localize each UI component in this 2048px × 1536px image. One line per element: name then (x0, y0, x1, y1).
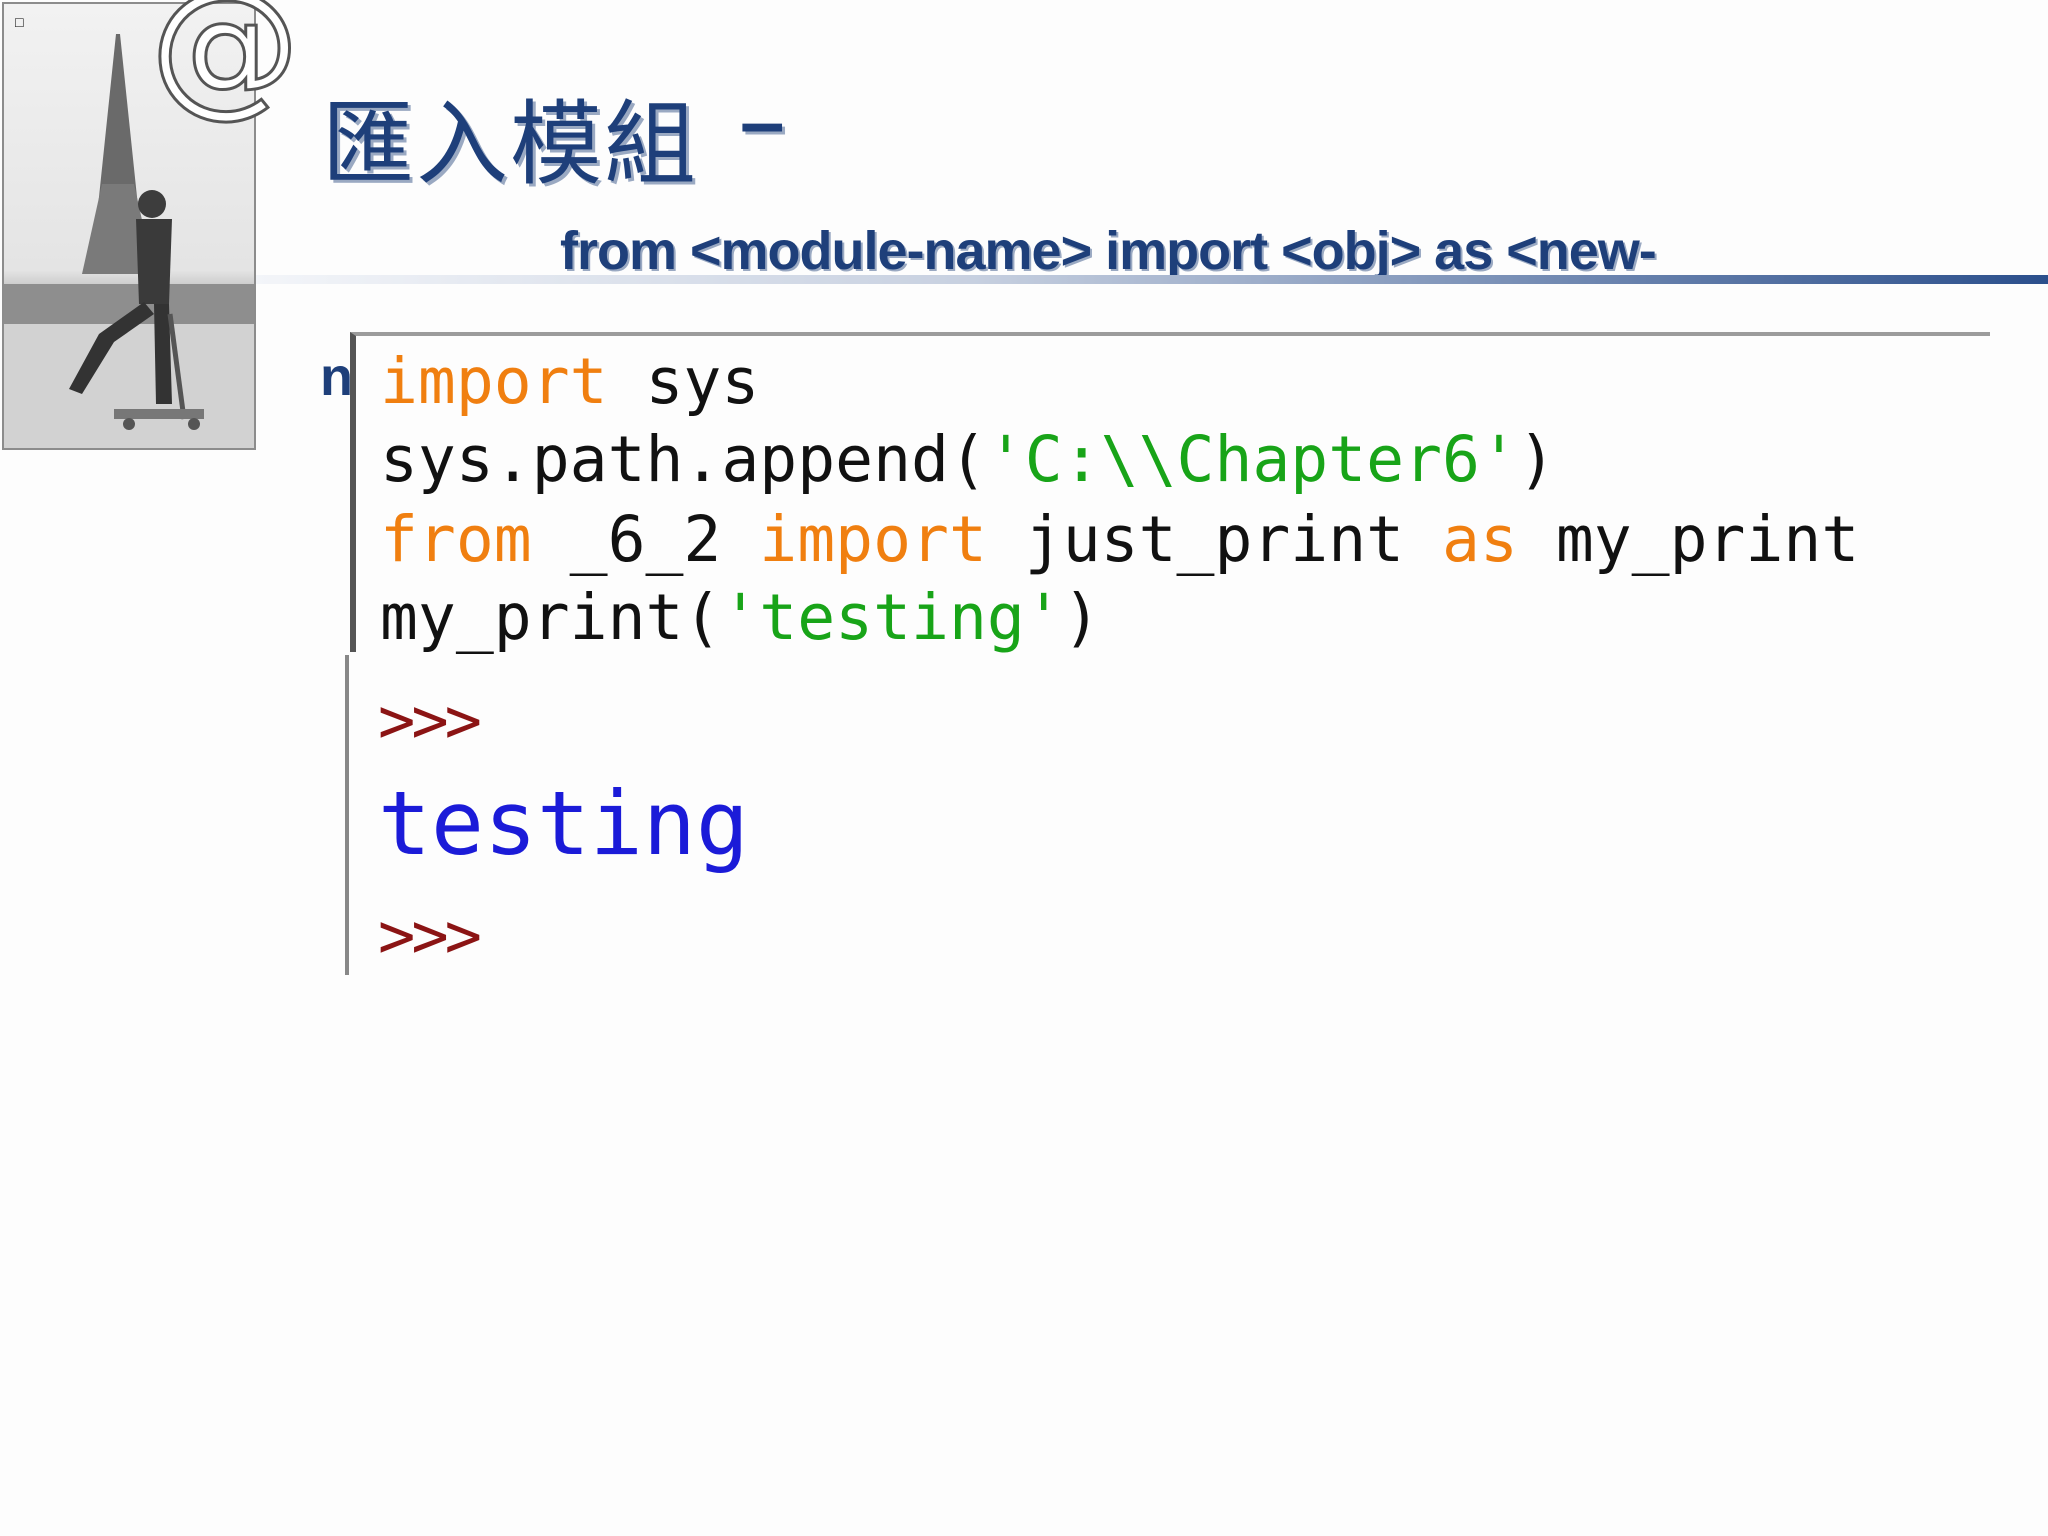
title-dash: – (740, 77, 785, 166)
code-text: ) (1062, 581, 1101, 654)
at-sign-logo: @ (149, 0, 302, 132)
shell-panel-border (345, 655, 349, 975)
person-head (138, 190, 166, 218)
slide-subtitle: from <module-name> import <obj> as <new- (560, 221, 1657, 281)
code-text: _6_2 (531, 503, 760, 576)
title-divider (256, 275, 2048, 284)
code-text: my_print (1517, 503, 1860, 576)
scooter-deck (114, 409, 204, 419)
code-line: import sys (380, 350, 759, 413)
code-line: from _6_2 import just_print as my_print (380, 508, 1859, 571)
code-text: sys.path.append( (380, 423, 987, 496)
truncated-subtitle-text: n (320, 347, 353, 407)
code-text: my_print( (380, 581, 722, 654)
shell-output: testing (378, 772, 749, 875)
shell-prompt: >>> (378, 899, 482, 972)
page-title: 匯入模組 (322, 91, 699, 198)
code-text: sys (607, 345, 760, 418)
app-icon: ☐ (14, 16, 25, 30)
code-string: 'testing' (721, 581, 1063, 654)
shell-prompt: >>> (378, 684, 482, 757)
code-keyword: import (380, 345, 608, 418)
code-line: sys.path.append('C:\\Chapter6') (380, 428, 1556, 491)
code-text: ) (1517, 423, 1556, 496)
code-line: my_print('testing') (380, 586, 1101, 649)
code-keyword: import (759, 503, 987, 576)
code-keyword: as (1442, 503, 1518, 576)
code-string: 'C:\\Chapter6' (986, 423, 1518, 496)
code-keyword: from (380, 503, 532, 576)
person-body (136, 219, 172, 304)
code-text: just_print (986, 503, 1443, 576)
